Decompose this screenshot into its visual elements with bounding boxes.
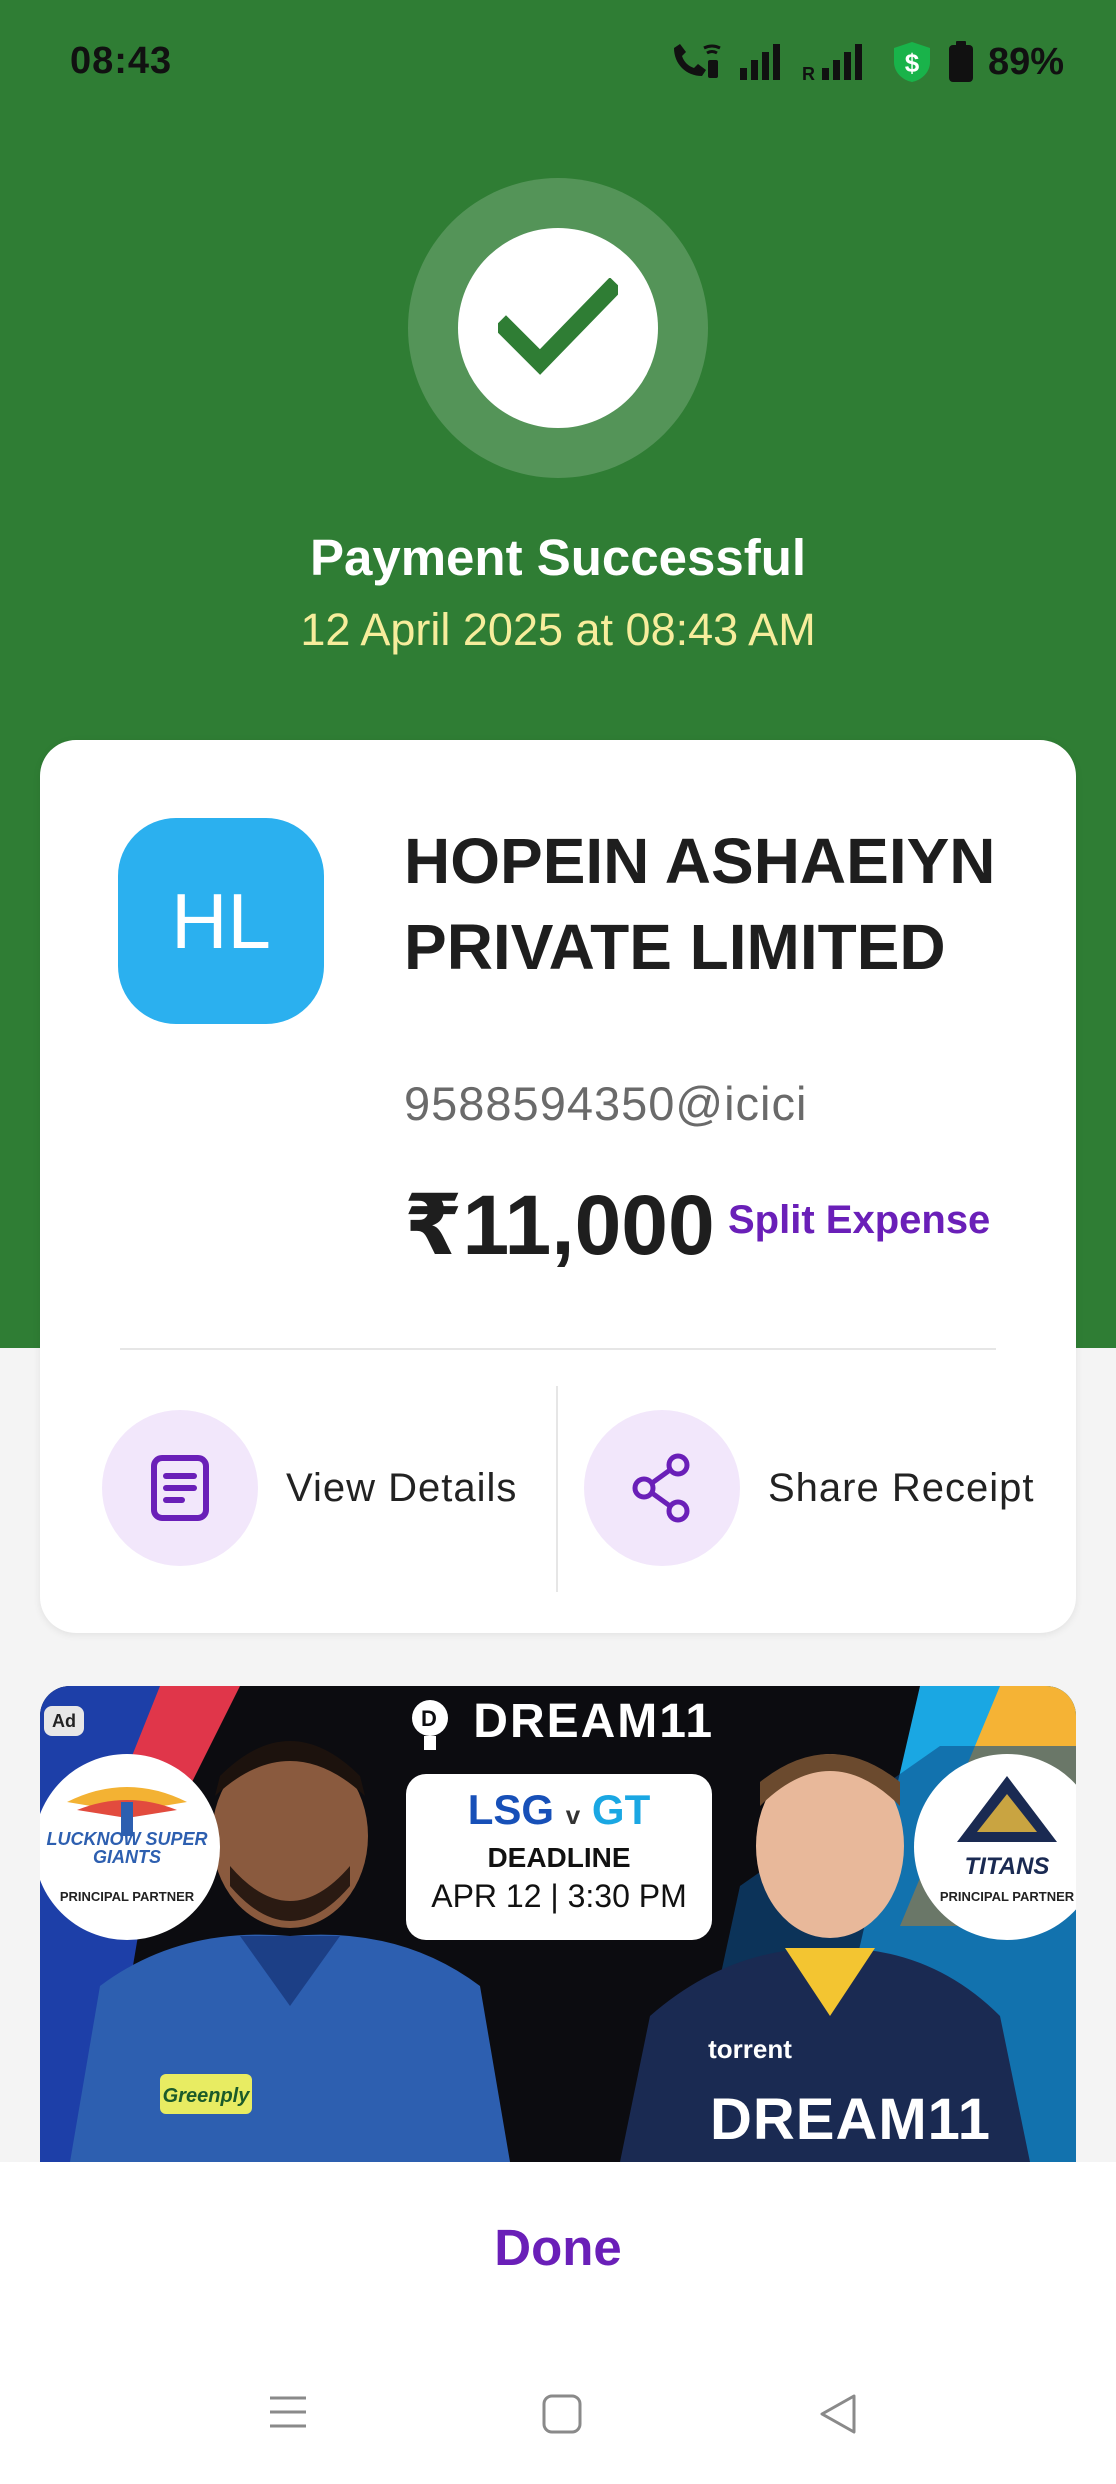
roaming-signal-icon: R [802,44,862,82]
lsg-team-badge: LUCKNOW SUPER GIANTS PRINCIPAL PARTNER [40,1754,220,1940]
payment-shield-icon: $ [893,42,930,82]
battery-level: 89% [987,40,1064,83]
payment-card: HL HOPEIN ASHAEIYN PRIVATE LIMITED 95885… [40,740,1076,1633]
payee-initials: HL [171,876,271,965]
system-nav-bar [0,2382,1116,2462]
card-divider [120,1348,996,1350]
svg-text:Greenply: Greenply [163,2085,251,2107]
match-vs: v [565,1800,581,1830]
payee-name: HOPEIN ASHAEIYN PRIVATE LIMITED [404,825,996,983]
match-team-right: GT [591,1786,651,1833]
payment-amount: ₹11,000 [404,1178,715,1272]
view-details-button[interactable]: View Details [102,1410,517,1566]
gt-logo-icon [957,1776,1057,1842]
ad-banner[interactable]: Greenply torrent Ad LUCKNOW SUPER GIANTS… [40,1686,1076,2162]
payment-datetime: 12 April 2025 at 08:43 AM [300,604,816,655]
match-team-left: LSG [467,1786,555,1833]
success-badge [408,178,708,478]
status-time: 08:43 [70,40,173,82]
payee-avatar: HL [118,818,324,1024]
checkmark-icon [498,278,618,375]
actions-divider [556,1386,558,1592]
share-icon [632,1453,690,1523]
dream11-brand: D DREAM11 [40,1694,1076,1752]
payee-upi-id: 9588594350@icici [404,1077,808,1130]
share-receipt-icon-circle [584,1410,740,1566]
battery-icon [948,41,973,82]
gt-team-name: TITANS [964,1853,1050,1880]
menu-icon[interactable] [266,2392,310,2432]
back-icon[interactable] [816,2392,860,2436]
done-button[interactable]: Done [0,2218,1116,2277]
dream11-brand-text: DREAM11 [473,1695,715,1748]
share-receipt-label: Share Receipt [768,1465,1035,1510]
lsg-team-name: LUCKNOW SUPER GIANTS [46,1829,208,1867]
svg-text:D: D [421,1706,439,1731]
gt-partner-label: PRINCIPAL PARTNER [939,1889,1075,1904]
split-expense-link[interactable]: Split Expense [728,1198,990,1243]
status-bar: 08:43 R $ 89% [0,0,1116,130]
share-receipt-button[interactable]: Share Receipt [584,1410,1034,1566]
deadline-time: APR 12 | 3:30 PM [431,1878,687,1914]
status-icons: R $ 89% [668,40,1064,84]
svg-text:$: $ [905,48,920,78]
view-details-label: View Details [286,1465,518,1510]
signal-icon [739,44,780,80]
deadline-label: DEADLINE [487,1842,631,1873]
jersey-sponsor-text: DREAM11 [710,2087,991,2152]
bottom-sheet: Done [0,2162,1116,2484]
svg-text:torrent: torrent [708,2034,792,2064]
wifi-call-icon [673,44,721,78]
document-icon [151,1455,209,1521]
match-teams: LSG v GT [406,1786,712,1834]
svg-text:R: R [802,64,815,82]
home-icon[interactable] [540,2392,584,2436]
match-info-box: LSG v GT DEADLINE APR 12 | 3:30 PM [406,1774,712,1940]
dream11-logo-icon: D [411,1700,448,1751]
lsg-partner-label: PRINCIPAL PARTNER [59,1889,195,1904]
view-details-icon-circle [102,1410,258,1566]
payment-status-title: Payment Successful [309,529,807,586]
